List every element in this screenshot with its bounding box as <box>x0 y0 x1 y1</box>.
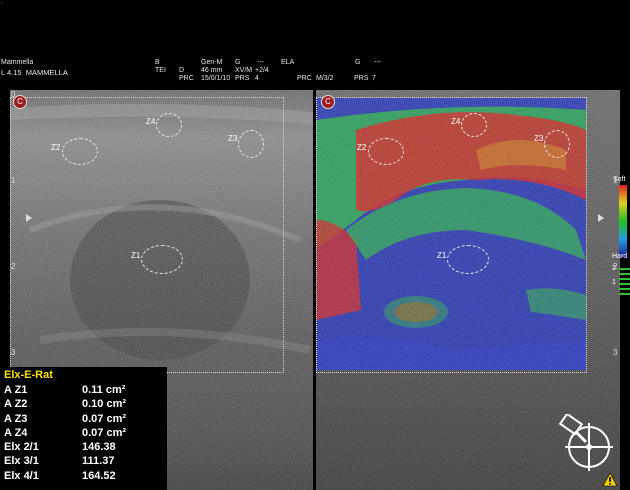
zone-z1[interactable] <box>447 245 489 274</box>
zone-z2-label: Z2 <box>51 143 61 152</box>
freq-genm: Gen-M <box>201 59 223 66</box>
probe-preset: Mammella <box>1 59 34 66</box>
measurement-row: A Z2 0.10 cm² <box>0 397 167 411</box>
gain-dash: --- <box>257 59 264 66</box>
stiffness-indicator-mid: 1 <box>612 279 616 286</box>
zone-z2[interactable] <box>368 138 404 165</box>
measurement-row: A Z4 0.07 cm² <box>0 426 167 440</box>
measurement-title: Elx-E-Rat <box>4 369 53 381</box>
stiffness-indicator-top: 2 <box>612 265 616 272</box>
depth-tick-3: 3 <box>613 348 618 357</box>
depth-value: 46 mm <box>201 67 223 74</box>
zone-z1-label: Z1 <box>437 251 447 260</box>
focus-marker-icon <box>598 214 604 222</box>
prs2-value: 7 <box>372 75 376 82</box>
measurement-value: 0.10 cm² <box>82 398 127 411</box>
measurement-label: Elx 4/1 <box>4 469 39 482</box>
zone-z4[interactable] <box>461 113 487 137</box>
gain2-dash: --- <box>374 59 381 66</box>
measurement-label: A Z4 <box>4 426 28 439</box>
label-g2: G <box>355 59 361 66</box>
measurement-row: A Z3 0.07 cm² <box>0 412 167 426</box>
zone-z3[interactable] <box>544 130 570 158</box>
zone-z1[interactable] <box>141 245 183 274</box>
zone-z2[interactable] <box>62 138 98 165</box>
gain-value: +2/4 <box>255 67 269 74</box>
measurement-label: Elx 3/1 <box>4 455 39 468</box>
depth-tick-3: 3 <box>11 348 16 357</box>
mode-tei: TEI <box>155 67 166 74</box>
ela-label: ELA <box>281 59 295 66</box>
depth-tick-0: 0 <box>11 90 16 99</box>
label-d: D <box>179 67 185 74</box>
measurement-value: 146.38 <box>82 441 116 454</box>
depth-tick-2: 2 <box>11 262 16 271</box>
elasticity-colorbar <box>619 185 627 257</box>
colorbar-soft-label: Soft <box>613 176 626 183</box>
orientation-marker: C <box>321 95 335 109</box>
warning-icon[interactable] <box>602 472 618 487</box>
prc-value: 15/0/1/10 <box>201 75 231 82</box>
measurement-label: A Z2 <box>4 398 28 411</box>
zone-z1-label: Z1 <box>131 251 141 260</box>
top-dot: · <box>1 0 4 7</box>
probe-orientation-icon[interactable] <box>558 414 620 476</box>
label-g: G <box>235 59 241 66</box>
measurement-value: 111.37 <box>82 455 115 468</box>
measurement-row: A Z1 0.11 cm² <box>0 383 167 397</box>
zone-z3-label: Z3 <box>534 134 544 143</box>
measurement-value: 0.07 cm² <box>82 426 127 439</box>
focus-marker-icon <box>26 214 32 222</box>
measurement-row: Elx 2/1 146.38 <box>0 440 167 454</box>
measurement-value: 0.11 cm² <box>82 384 126 396</box>
prs-value: 4 <box>255 75 259 82</box>
zone-z4[interactable] <box>156 113 182 137</box>
ultrasound-screen: · Mammella L 4.15 MAMMELLA B TEI D PRC G… <box>0 0 630 490</box>
measurement-label: A Z1 <box>4 384 28 396</box>
zone-z4-label: Z4 <box>146 117 156 126</box>
measurement-row: Elx 4/1 164.52 <box>0 469 167 483</box>
depth-tick-1: 1 <box>11 176 16 185</box>
xvm-label: XV/M <box>235 67 253 74</box>
stiffness-indicator-icon <box>619 268 630 295</box>
label-prc: PRC <box>179 75 194 82</box>
measurement-label: A Z3 <box>4 412 28 425</box>
prc2-label: PRC <box>297 75 312 82</box>
measurement-row: Elx 3/1 111.37 <box>0 454 167 468</box>
measurement-value: 164.52 <box>82 469 116 482</box>
measurement-label: Elx 2/1 <box>4 441 39 454</box>
prc2-value: M/3/2 <box>316 75 334 82</box>
zone-z4-label: Z4 <box>451 117 461 126</box>
measurement-value: 0.07 cm² <box>82 412 127 425</box>
colorbar-hard-label: Hard <box>612 253 628 260</box>
zone-z3-label: Z3 <box>228 134 238 143</box>
prs-label: PRS <box>235 75 250 82</box>
zone-z2-label: Z2 <box>357 143 367 152</box>
mode-b: B <box>155 59 160 66</box>
measurement-panel: Elx-E-Rat A Z1 0.11 cm² A Z2 0.10 cm² A Z3… <box>0 367 167 490</box>
probe-model: L 4.15 MAMMELLA <box>1 68 68 77</box>
zone-z3[interactable] <box>238 130 264 158</box>
prs2-label: PRS <box>354 75 369 82</box>
